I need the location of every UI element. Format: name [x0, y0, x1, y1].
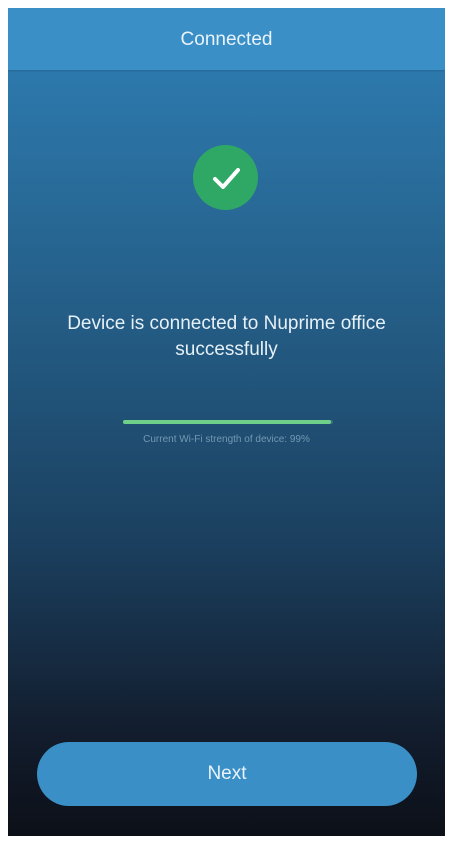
- header-bar: Connected: [8, 8, 445, 70]
- next-button[interactable]: Next: [37, 742, 417, 806]
- checkmark-icon: [212, 167, 240, 189]
- checkmark-circle-icon: [193, 145, 258, 210]
- page-title: Connected: [180, 29, 273, 50]
- wifi-strength-text: Current Wi-Fi strength of device: 99%: [143, 434, 310, 445]
- wifi-strength-bar: [123, 420, 333, 424]
- wifi-strength-fill: [123, 420, 331, 424]
- next-button-label: Next: [207, 763, 247, 784]
- success-message: Device is connected to Nuprime office su…: [67, 313, 386, 360]
- screen: Connected Device is connected to Nuprime…: [8, 8, 445, 836]
